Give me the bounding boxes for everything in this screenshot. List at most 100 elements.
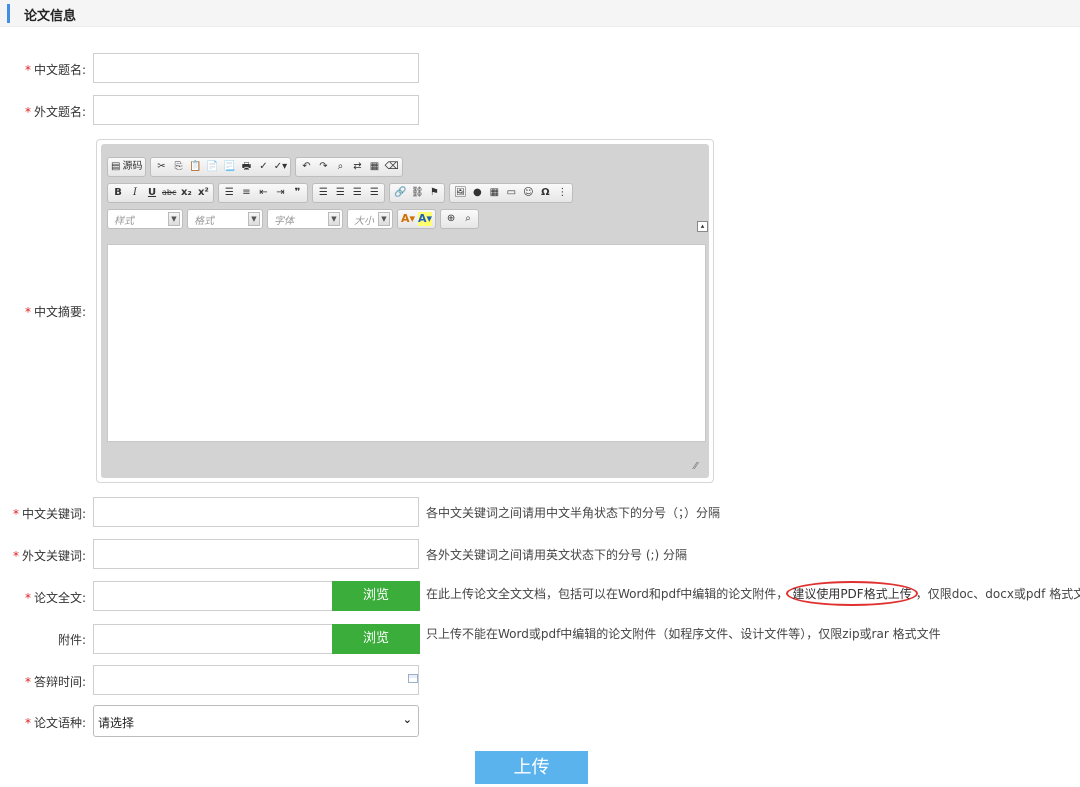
italic-icon[interactable]: I: [128, 186, 142, 200]
source-icon[interactable]: ▤ 源码: [111, 160, 142, 174]
required-mark: *: [24, 305, 31, 319]
cn-keywords-label: * 中文关键词:: [12, 507, 86, 521]
toolbar-group-insert: 🖼 ● ▦ ▭ ☺ Ω ⋮: [449, 183, 574, 203]
superscript-icon[interactable]: x²: [196, 186, 210, 200]
outdent-icon[interactable]: ⇤: [256, 186, 270, 200]
replace-icon[interactable]: ⇄: [350, 160, 364, 174]
fulltext-file-field[interactable]: [93, 581, 333, 611]
toolbar-group-align: ☰ ☰ ☰ ☰: [312, 183, 386, 203]
special-char-icon[interactable]: Ω: [538, 186, 552, 200]
required-mark: *: [24, 105, 31, 119]
cn-title-label: * 中文题名:: [24, 63, 86, 77]
copy-icon[interactable]: ⎘: [171, 160, 185, 174]
spellcheck-icon[interactable]: ✓: [256, 160, 270, 174]
attachment-browse-button[interactable]: 浏览: [332, 624, 420, 654]
link-icon[interactable]: 🔗: [393, 186, 407, 200]
cn-title-input[interactable]: [93, 53, 419, 83]
toolbar-group-link: 🔗 ⛓ ⚑: [389, 183, 446, 203]
en-keywords-input[interactable]: [93, 539, 419, 569]
calendar-icon[interactable]: [408, 674, 418, 683]
toolbar-group-list: ☰ ≡ ⇤ ⇥ ❞: [218, 183, 309, 203]
eraser-icon[interactable]: ⌫: [384, 160, 398, 174]
chevron-down-icon: ▼: [328, 212, 340, 226]
fulltext-hint: 在此上传论文全文文档，包括可以在Word和pdf中编辑的论文附件， 建议使用PDF…: [426, 581, 1080, 606]
toolbar-group-clipboard: ✂ ⎘ 📋 📄 📃 🖶 ✓ ✓▾: [150, 157, 292, 177]
align-right-icon[interactable]: ☰: [350, 186, 364, 200]
smiley-icon[interactable]: ☺: [521, 186, 535, 200]
numbered-list-icon[interactable]: ☰: [222, 186, 236, 200]
size-select[interactable]: 大小 ▼: [347, 209, 393, 229]
blockquote-icon[interactable]: ❞: [290, 186, 304, 200]
subscript-icon[interactable]: x₂: [179, 186, 193, 200]
upload-button[interactable]: 上传: [475, 751, 588, 784]
cn-keywords-input[interactable]: [93, 497, 419, 527]
show-blocks-icon[interactable]: ⌕: [461, 212, 475, 226]
maximize-icon[interactable]: ⊕: [444, 212, 458, 226]
table-icon[interactable]: ▦: [487, 186, 501, 200]
bg-color-icon[interactable]: A▾: [418, 212, 433, 226]
flash-icon[interactable]: ●: [470, 186, 484, 200]
required-mark: *: [24, 63, 31, 77]
style-select[interactable]: 样式 ▼: [107, 209, 183, 229]
required-mark: *: [24, 591, 31, 605]
find-icon[interactable]: ⌕: [333, 160, 347, 174]
rich-text-editor: ▤ 源码 ✂ ⎘ 📋 📄 📃 🖶 ✓ ✓▾ ↶ ↷ ⌕ ⇄ ▦ ⌫ B I U …: [96, 139, 714, 483]
anchor-icon[interactable]: ⚑: [427, 186, 441, 200]
font-select[interactable]: 字体 ▼: [267, 209, 343, 229]
horizontal-rule-icon[interactable]: ▭: [504, 186, 518, 200]
redo-icon[interactable]: ↷: [316, 160, 330, 174]
attachment-file-field[interactable]: [93, 624, 333, 654]
resize-grip-icon[interactable]: ⁄⁄: [694, 462, 704, 472]
cut-icon[interactable]: ✂: [154, 160, 168, 174]
chevron-down-icon: ▼: [378, 212, 390, 226]
language-select[interactable]: 请选择 ⌄: [93, 705, 419, 737]
strikethrough-icon[interactable]: abc: [162, 186, 176, 200]
align-justify-icon[interactable]: ☰: [367, 186, 381, 200]
en-keywords-label: * 外文关键词:: [12, 549, 86, 563]
chevron-down-icon: ▼: [248, 212, 260, 226]
defense-time-input[interactable]: [93, 665, 419, 695]
unlink-icon[interactable]: ⛓: [410, 186, 424, 200]
language-selected-value: 请选择: [98, 716, 135, 730]
required-mark: *: [24, 716, 31, 730]
chevron-down-icon: ⌄: [402, 713, 412, 726]
text-color-icon[interactable]: A▾: [401, 212, 415, 226]
indent-icon[interactable]: ⇥: [273, 186, 287, 200]
paste-word-icon[interactable]: 📃: [222, 160, 236, 174]
align-center-icon[interactable]: ☰: [333, 186, 347, 200]
paste-icon[interactable]: 📋: [188, 160, 202, 174]
en-title-input[interactable]: [93, 95, 419, 125]
image-icon[interactable]: 🖼: [453, 186, 467, 200]
attachment-hint: 只上传不能在Word或pdf中编辑的论文附件（如程序文件、设计文件等），仅限zi…: [426, 627, 941, 641]
print-icon[interactable]: 🖶: [239, 160, 253, 174]
toolbar-group-tools: ⊕ ⌕: [440, 209, 480, 229]
en-keywords-hint: 各外文关键词之间请用英文状态下的分号 (;) 分隔: [426, 548, 688, 562]
undo-icon[interactable]: ↶: [299, 160, 313, 174]
collapse-toolbar-icon[interactable]: ▴: [697, 221, 708, 232]
paste-text-icon[interactable]: 📄: [205, 160, 219, 174]
cn-abstract-label: * 中文摘要:: [24, 305, 86, 319]
toolbar-group-source: ▤ 源码: [107, 157, 147, 177]
pdf-recommendation-annotation: 建议使用PDF格式上传: [786, 581, 918, 606]
language-label: * 论文语种:: [24, 716, 86, 730]
toolbar-group-text: B I U abc x₂ x²: [107, 183, 215, 203]
bold-icon[interactable]: B: [111, 186, 125, 200]
format-select[interactable]: 格式 ▼: [187, 209, 263, 229]
align-left-icon[interactable]: ☰: [316, 186, 330, 200]
fulltext-browse-button[interactable]: 浏览: [332, 581, 420, 611]
bulleted-list-icon[interactable]: ≡: [239, 186, 253, 200]
spellcheck-dropdown-icon[interactable]: ✓▾: [273, 160, 287, 174]
abstract-editor-area[interactable]: [107, 244, 706, 442]
editor-chrome: ▤ 源码 ✂ ⎘ 📋 📄 📃 🖶 ✓ ✓▾ ↶ ↷ ⌕ ⇄ ▦ ⌫ B I U …: [101, 144, 709, 478]
toolbar-group-color: A▾ A▾: [397, 209, 437, 229]
source-button-label: 源码: [122, 161, 143, 172]
chevron-down-icon: ▼: [168, 212, 180, 226]
required-mark: *: [24, 675, 31, 689]
section-accent-bar: [7, 4, 10, 23]
select-all-icon[interactable]: ▦: [367, 160, 381, 174]
underline-icon[interactable]: U: [145, 186, 159, 200]
attachment-label: 附件:: [57, 633, 86, 647]
page-break-icon[interactable]: ⋮: [555, 186, 569, 200]
toolbar-group-history: ↶ ↷ ⌕ ⇄ ▦ ⌫: [295, 157, 403, 177]
fulltext-label: * 论文全文:: [24, 591, 86, 605]
